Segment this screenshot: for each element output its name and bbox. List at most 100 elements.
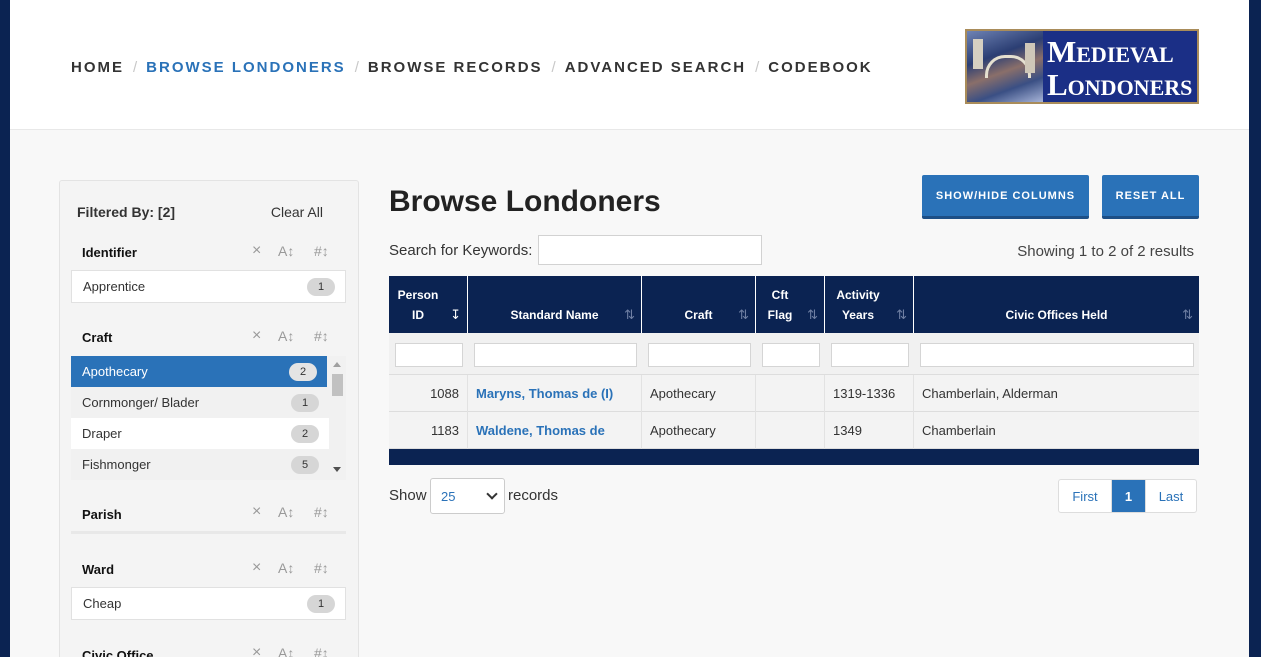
clear-facet-icon[interactable]: ×	[252, 503, 278, 521]
filter-activity-years-input[interactable]	[831, 343, 909, 367]
filter-cft-flag-input[interactable]	[762, 343, 820, 367]
filter-craft-input[interactable]	[648, 343, 751, 367]
nav-separator: /	[755, 59, 760, 76]
pager-page-1[interactable]: 1	[1112, 480, 1146, 512]
filter-civic-offices-input[interactable]	[920, 343, 1194, 367]
column-civic-offices[interactable]: Civic Offices Held ⇅	[914, 276, 1199, 333]
clear-facet-icon[interactable]: ×	[252, 644, 278, 657]
clear-facet-icon[interactable]: ×	[252, 559, 278, 577]
facet-item[interactable]: Draper 2	[71, 418, 329, 449]
clear-facet-icon[interactable]: ×	[252, 327, 278, 345]
cell-civic-offices: Chamberlain, Alderman	[922, 386, 1058, 401]
facet-scrollbar[interactable]	[329, 356, 346, 478]
count-sort-icon[interactable]: #↕	[314, 560, 338, 576]
sort-active-icon: ↧	[450, 307, 461, 322]
facet-title-ward: Ward	[82, 562, 115, 577]
pager-first[interactable]: First	[1059, 480, 1112, 512]
cell-standard-name-link[interactable]: Waldene, Thomas de	[468, 412, 642, 449]
facet-item-label: Draper	[82, 426, 122, 441]
chevron-down-icon	[486, 488, 498, 500]
sort-icon: ⇅	[807, 307, 818, 322]
clear-facet-icon[interactable]: ×	[252, 242, 278, 260]
nav-browse-records[interactable]: BROWSE RECORDS	[368, 59, 543, 76]
alpha-sort-icon[interactable]: A↕	[278, 328, 314, 344]
nav-codebook[interactable]: CODEBOOK	[768, 59, 872, 76]
nav-advanced-search[interactable]: ADVANCED SEARCH	[565, 59, 746, 76]
clear-all-button[interactable]: Clear All	[271, 204, 323, 220]
facet-title-identifier: Identifier	[82, 245, 137, 260]
sort-icon: ⇅	[624, 307, 635, 322]
site-header: HOME / BROWSE LONDONERS / BROWSE RECORDS…	[10, 0, 1249, 130]
facet-item-count: 2	[289, 362, 317, 381]
column-person-id[interactable]: Person ID ↧	[389, 276, 468, 333]
pager-last[interactable]: Last	[1146, 480, 1196, 512]
results-table: Person ID ↧ Standard Name ⇅ Craft ⇅ Cft Fl…	[389, 276, 1199, 465]
facet-item-label: Cornmonger/ Blader	[82, 395, 200, 410]
scroll-thumb[interactable]	[332, 374, 343, 396]
column-craft[interactable]: Craft ⇅	[642, 276, 756, 333]
count-sort-icon[interactable]: #↕	[314, 504, 338, 520]
facet-item[interactable]: Apprentice 1	[72, 271, 345, 302]
column-standard-name[interactable]: Standard Name ⇅	[468, 276, 642, 333]
cell-standard-name-link[interactable]: Maryns, Thomas de (I)	[468, 375, 642, 412]
count-sort-icon[interactable]: #↕	[314, 645, 338, 657]
facet-item-count: 5	[291, 455, 319, 474]
alpha-sort-icon[interactable]: A↕	[278, 560, 314, 576]
logo-line-2: Londoners	[1047, 67, 1193, 102]
nav-separator: /	[354, 59, 359, 76]
facet-item-label: Apothecary	[82, 364, 148, 379]
table-row: 1088 Maryns, Thomas de (I) Apothecary 13…	[389, 375, 1199, 412]
page-size-select[interactable]: 25	[430, 478, 505, 514]
facet-item-count: 2	[291, 424, 319, 443]
nav-home[interactable]: HOME	[71, 59, 124, 76]
alpha-sort-icon[interactable]: A↕	[278, 504, 314, 520]
column-label-line: Activity	[836, 287, 880, 302]
scroll-down-icon[interactable]	[333, 467, 341, 472]
sort-icon: ⇅	[896, 307, 907, 322]
column-label-line: Flag	[767, 307, 793, 322]
sort-icon: ⇅	[738, 307, 749, 322]
cell-cft-flag	[756, 375, 825, 412]
cell-craft: Apothecary	[642, 412, 756, 449]
count-sort-icon[interactable]: #↕	[314, 328, 338, 344]
show-hide-columns-button[interactable]: SHOW/HIDE COLUMNS	[922, 175, 1089, 219]
page-size-value: 25	[441, 488, 456, 504]
facet-list-identifier: Apprentice 1	[71, 270, 346, 303]
logo-illustration-icon	[967, 31, 1043, 102]
column-label: Craft	[684, 307, 713, 322]
page-title: Browse Londoners	[389, 185, 661, 218]
column-label: Person ID	[398, 285, 439, 325]
facet-item-selected[interactable]: Apothecary 2	[71, 356, 327, 387]
nav-separator: /	[133, 59, 138, 76]
column-label: Cft Flag	[768, 285, 793, 325]
reset-all-button[interactable]: RESET ALL	[1102, 175, 1199, 219]
facet-item[interactable]: Cheap 1	[72, 588, 345, 619]
cell-activity-years: 1319-1336	[825, 375, 914, 412]
show-label: Show	[389, 487, 427, 504]
filter-standard-name-input[interactable]	[474, 343, 637, 367]
facet-item-count: 1	[307, 594, 335, 613]
site-logo[interactable]: Medieval Londoners	[965, 29, 1199, 104]
column-activity-years[interactable]: Activity Years ⇅	[825, 276, 914, 333]
cell-civic-offices: Chamberlain	[922, 423, 996, 438]
facet-tools: × A↕ #↕	[252, 327, 338, 345]
pagination: First 1 Last	[1058, 479, 1197, 513]
filter-sidebar: Filtered By: [2] Clear All Identifier × …	[59, 180, 359, 657]
facet-item-count: 1	[307, 277, 335, 296]
filter-person-id-input[interactable]	[395, 343, 463, 367]
keyword-search-input[interactable]	[538, 235, 762, 265]
main-nav: HOME / BROWSE LONDONERS / BROWSE RECORDS…	[71, 59, 873, 76]
column-label-line: Person	[397, 287, 439, 302]
facet-item[interactable]: Fishmonger 5	[71, 449, 329, 480]
nav-separator: /	[551, 59, 556, 76]
results-count: Showing 1 to 2 of 2 results	[1017, 243, 1194, 260]
alpha-sort-icon[interactable]: A↕	[278, 645, 314, 657]
facet-item[interactable]: Cornmonger/ Blader 1	[71, 387, 329, 418]
nav-browse-londoners[interactable]: BROWSE LONDONERS	[146, 59, 346, 76]
column-label-line: Cft	[771, 287, 789, 302]
count-sort-icon[interactable]: #↕	[314, 243, 338, 259]
column-cft-flag[interactable]: Cft Flag ⇅	[756, 276, 825, 333]
scroll-up-icon[interactable]	[333, 362, 341, 367]
alpha-sort-icon[interactable]: A↕	[278, 243, 314, 259]
cell-craft: Apothecary	[642, 375, 756, 412]
